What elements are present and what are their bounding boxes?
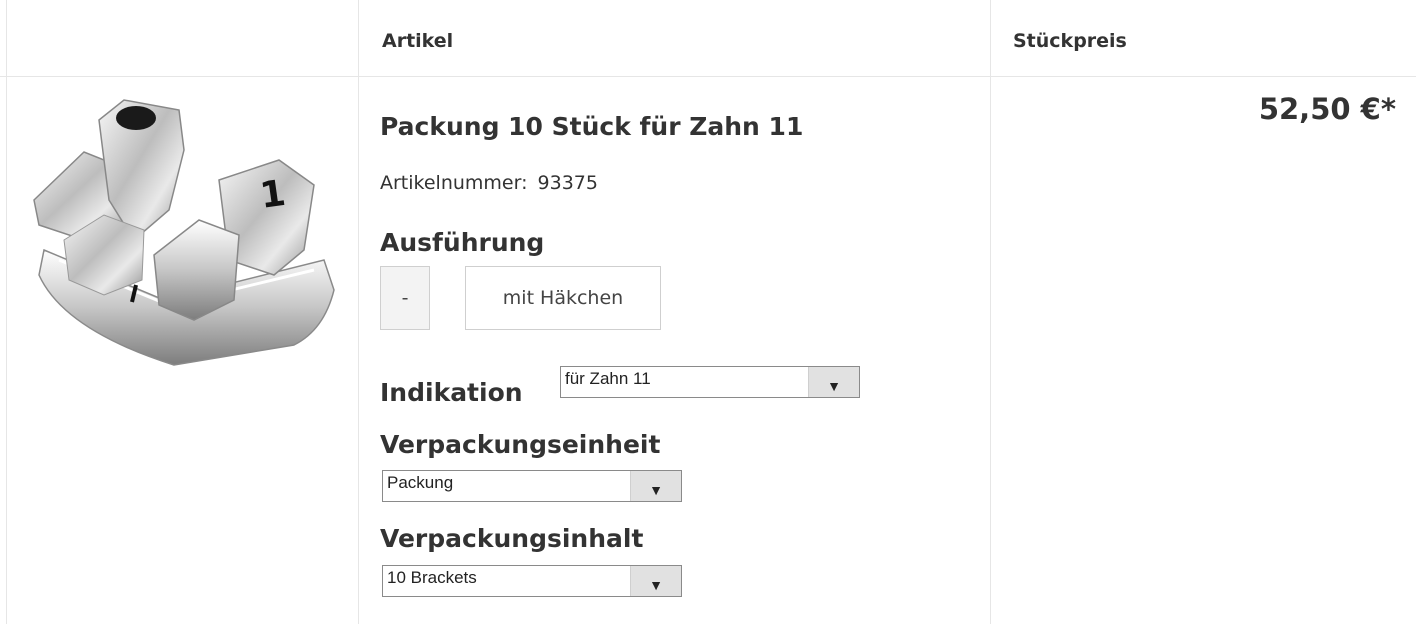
bracket-illustration: 1 [33,99,335,366]
unit-price: 52,50 €* [1258,92,1396,126]
indikation-dropdown-button[interactable]: ▼ [808,367,859,397]
product-title: Packung 10 Stück für Zahn 11 [380,112,804,141]
chevron-down-icon: ▼ [649,577,663,593]
verpackungseinheit-select[interactable]: Packung ▼ [382,470,682,502]
column-divider [358,0,359,624]
table-border-left [6,0,7,624]
column-divider [990,0,991,624]
indikation-selected-value: für Zahn 11 [565,369,651,388]
verpackungseinheit-dropdown-button[interactable]: ▼ [630,471,681,501]
indikation-select[interactable]: für Zahn 11 ▼ [560,366,860,398]
indikation-label: Indikation [380,378,523,407]
article-number-row: Artikelnummer: 93375 [380,172,598,194]
verpackungseinheit-selected-value: Packung [387,473,454,492]
ausfuehrung-option-mit-haekchen[interactable]: mit Häkchen [465,266,661,330]
chevron-down-icon: ▼ [649,482,663,498]
chevron-down-icon: ▼ [827,378,841,394]
ausfuehrung-label: Ausführung [380,228,545,257]
verpackungseinheit-label: Verpackungseinheit [380,430,661,459]
header-divider [0,76,1416,77]
verpackungsinhalt-dropdown-button[interactable]: ▼ [630,566,681,596]
verpackungsinhalt-select[interactable]: 10 Brackets ▼ [382,565,682,597]
verpackungsinhalt-label: Verpackungsinhalt [380,524,644,553]
ausfuehrung-option-none[interactable]: - [380,266,430,330]
verpackungsinhalt-selected-value: 10 Brackets [387,568,477,587]
product-image[interactable]: 1 [24,90,344,380]
article-number-value: 93375 [537,172,598,194]
column-header-article: Artikel [382,30,454,52]
column-header-unit-price: Stückpreis [1013,30,1127,52]
article-number-label: Artikelnummer: [380,172,528,194]
